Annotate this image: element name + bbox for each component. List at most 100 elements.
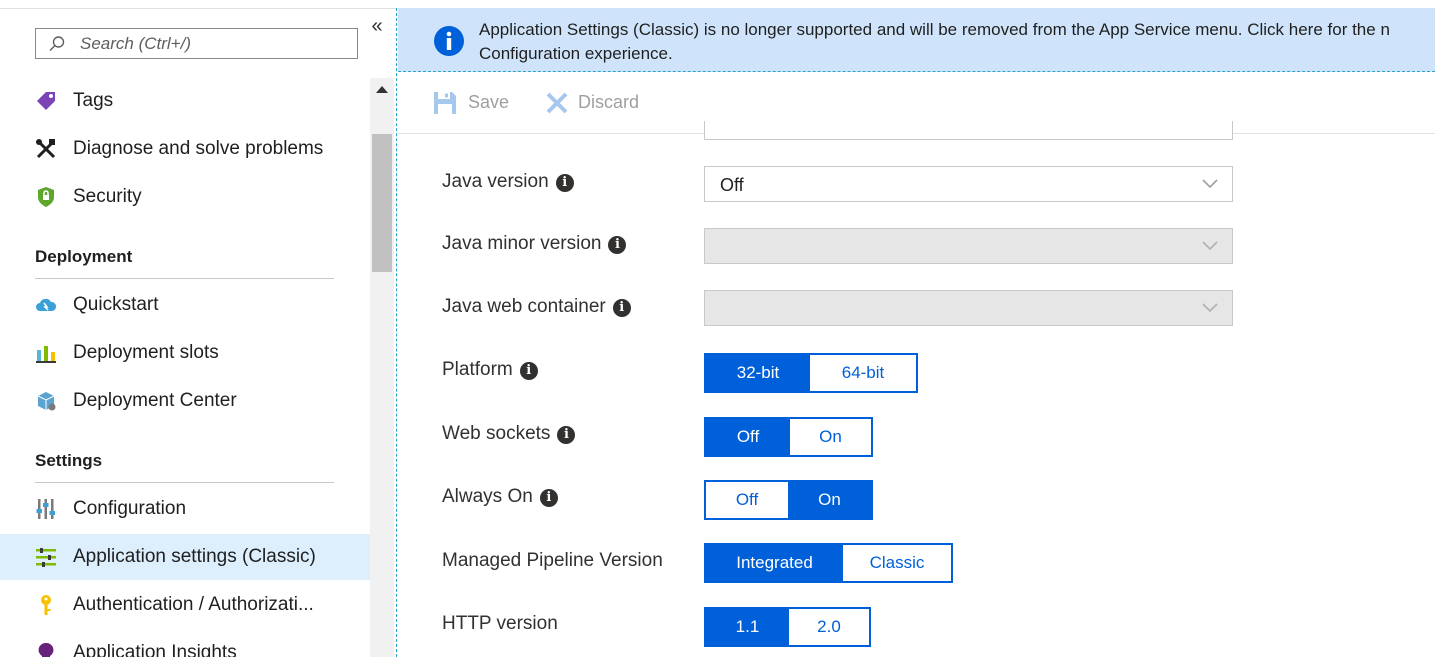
web-sockets-toggle[interactable]: Off On	[704, 417, 873, 457]
field-label-text: HTTP version	[442, 613, 558, 634]
banner-message: Application Settings (Classic) is no lon…	[479, 18, 1390, 66]
info-icon[interactable]: i	[608, 236, 627, 254]
web-sockets-label: Web sockets i	[442, 423, 576, 445]
always-on-option-on[interactable]: On	[788, 482, 871, 518]
java-web-container-dropdown	[704, 290, 1233, 326]
sidebar-item-label: Tags	[73, 90, 114, 111]
sidebar-item-application-insights[interactable]: Application Insights	[0, 630, 370, 657]
java-version-dropdown[interactable]: Off	[704, 166, 1233, 202]
info-icon[interactable]: i	[539, 489, 558, 507]
web-sockets-option-off[interactable]: Off	[706, 419, 790, 455]
sidebar-item-quickstart[interactable]: Quickstart	[0, 282, 370, 328]
discard-button[interactable]: Discard	[544, 90, 674, 116]
managed-pipeline-label: Managed Pipeline Version	[442, 550, 663, 572]
sidebar-item-label: Configuration	[73, 498, 187, 519]
info-icon	[434, 26, 464, 56]
sidebar-item-security[interactable]: Security	[0, 174, 370, 220]
search-placeholder: Search (Ctrl+/)	[80, 34, 191, 53]
tag-icon	[37, 92, 55, 110]
sidebar-item-label: Deployment slots	[73, 342, 219, 363]
field-label-text: Managed Pipeline Version	[442, 550, 663, 571]
sidebar-item-label: Deployment Center	[73, 390, 237, 411]
sidebar-scrollbar[interactable]	[370, 78, 394, 657]
search-input[interactable]: Search (Ctrl+/)	[35, 28, 358, 59]
java-web-container-label: Java web container i	[442, 296, 631, 318]
sidebar-item-label: Authentication / Authorizati...	[73, 594, 314, 615]
http-version-toggle[interactable]: 1.1 2.0	[704, 607, 871, 647]
field-label-text: Platform	[442, 359, 513, 380]
sidebar-item-deployment-slots[interactable]: Deployment slots	[0, 330, 370, 376]
http-option-2-0[interactable]: 2.0	[789, 609, 869, 645]
scroll-up-arrow-icon[interactable]	[376, 86, 388, 93]
web-sockets-option-on[interactable]: On	[790, 419, 871, 455]
sidebar-item-label: Security	[73, 186, 142, 207]
always-on-option-off[interactable]: Off	[706, 482, 788, 518]
platform-toggle[interactable]: 32-bit 64-bit	[704, 353, 918, 393]
sidebar-item-label: Application settings (Classic)	[73, 546, 316, 567]
search-icon	[49, 36, 65, 51]
http-option-1-1[interactable]: 1.1	[706, 609, 789, 645]
field-label-text: Web sockets	[442, 423, 551, 444]
scrollbar-thumb[interactable]	[372, 134, 392, 272]
shield-icon	[38, 187, 54, 207]
always-on-label: Always On i	[442, 486, 558, 508]
top-divider	[0, 8, 397, 9]
chevron-down-icon	[1202, 179, 1218, 189]
section-header-deployment: Deployment	[35, 247, 133, 266]
tools-icon	[36, 139, 56, 159]
platform-option-32bit[interactable]: 32-bit	[706, 355, 810, 391]
always-on-toggle[interactable]: Off On	[704, 480, 873, 520]
discard-icon	[546, 92, 568, 114]
classic-deprecation-banner[interactable]: Application Settings (Classic) is no lon…	[398, 8, 1435, 72]
chevron-down-icon	[1202, 241, 1218, 251]
platform-label: Platform i	[442, 359, 538, 381]
deployment-center-icon	[37, 392, 56, 411]
info-icon[interactable]: i	[612, 299, 631, 317]
resource-menu: Search (Ctrl+/) « Tags Diagnose and solv…	[0, 0, 397, 657]
sidebar-item-configuration[interactable]: Configuration	[0, 486, 370, 532]
field-label-text: Always On	[442, 486, 533, 507]
save-icon	[434, 92, 456, 114]
http-version-label: HTTP version	[442, 613, 558, 635]
sidebar-item-label: Application Insights	[73, 642, 237, 657]
sidebar-item-deployment-center[interactable]: Deployment Center	[0, 378, 370, 424]
banner-line-2: Configuration experience.	[479, 44, 673, 63]
banner-line-1: Application Settings (Classic) is no lon…	[479, 20, 1390, 39]
save-label: Save	[468, 92, 510, 112]
sidebar-item-authentication[interactable]: Authentication / Authorizati...	[0, 582, 370, 628]
clipped-dropdown[interactable]	[704, 121, 1233, 140]
java-version-label: Java version i	[442, 171, 574, 193]
content-focus-border	[396, 8, 397, 657]
discard-label: Discard	[578, 92, 640, 112]
pipeline-option-classic[interactable]: Classic	[843, 545, 951, 581]
managed-pipeline-toggle[interactable]: Integrated Classic	[704, 543, 953, 583]
dropdown-value: Off	[720, 175, 744, 195]
sidebar-item-diagnose[interactable]: Diagnose and solve problems	[0, 126, 370, 172]
platform-option-64bit[interactable]: 64-bit	[810, 355, 916, 391]
sidebar-item-label: Quickstart	[73, 294, 159, 315]
sidebar-item-application-settings-classic[interactable]: Application settings (Classic)	[0, 534, 370, 580]
java-minor-version-label: Java minor version i	[442, 233, 627, 255]
field-label-text: Java version	[442, 171, 549, 192]
section-divider	[35, 482, 334, 483]
section-divider	[35, 278, 334, 279]
info-icon[interactable]: i	[519, 362, 538, 380]
app-settings-icon	[36, 548, 56, 567]
info-icon[interactable]: i	[557, 426, 576, 444]
key-icon	[41, 595, 51, 615]
section-header-settings: Settings	[35, 451, 103, 470]
sidebar-item-label: Diagnose and solve problems	[73, 138, 324, 159]
configuration-icon	[36, 499, 55, 519]
java-minor-version-dropdown	[704, 228, 1233, 264]
slots-icon	[36, 346, 56, 363]
cloud-icon	[36, 298, 57, 311]
lightbulb-icon	[38, 642, 54, 657]
pipeline-option-integrated[interactable]: Integrated	[706, 545, 843, 581]
save-button[interactable]: Save	[432, 90, 542, 116]
sidebar-item-tags[interactable]: Tags	[0, 78, 370, 124]
field-label-text: Java web container	[442, 296, 606, 317]
info-icon[interactable]: i	[555, 174, 574, 192]
field-label-text: Java minor version	[442, 233, 602, 254]
collapse-menu-button[interactable]: «	[368, 16, 386, 38]
chevron-down-icon	[1202, 303, 1218, 313]
